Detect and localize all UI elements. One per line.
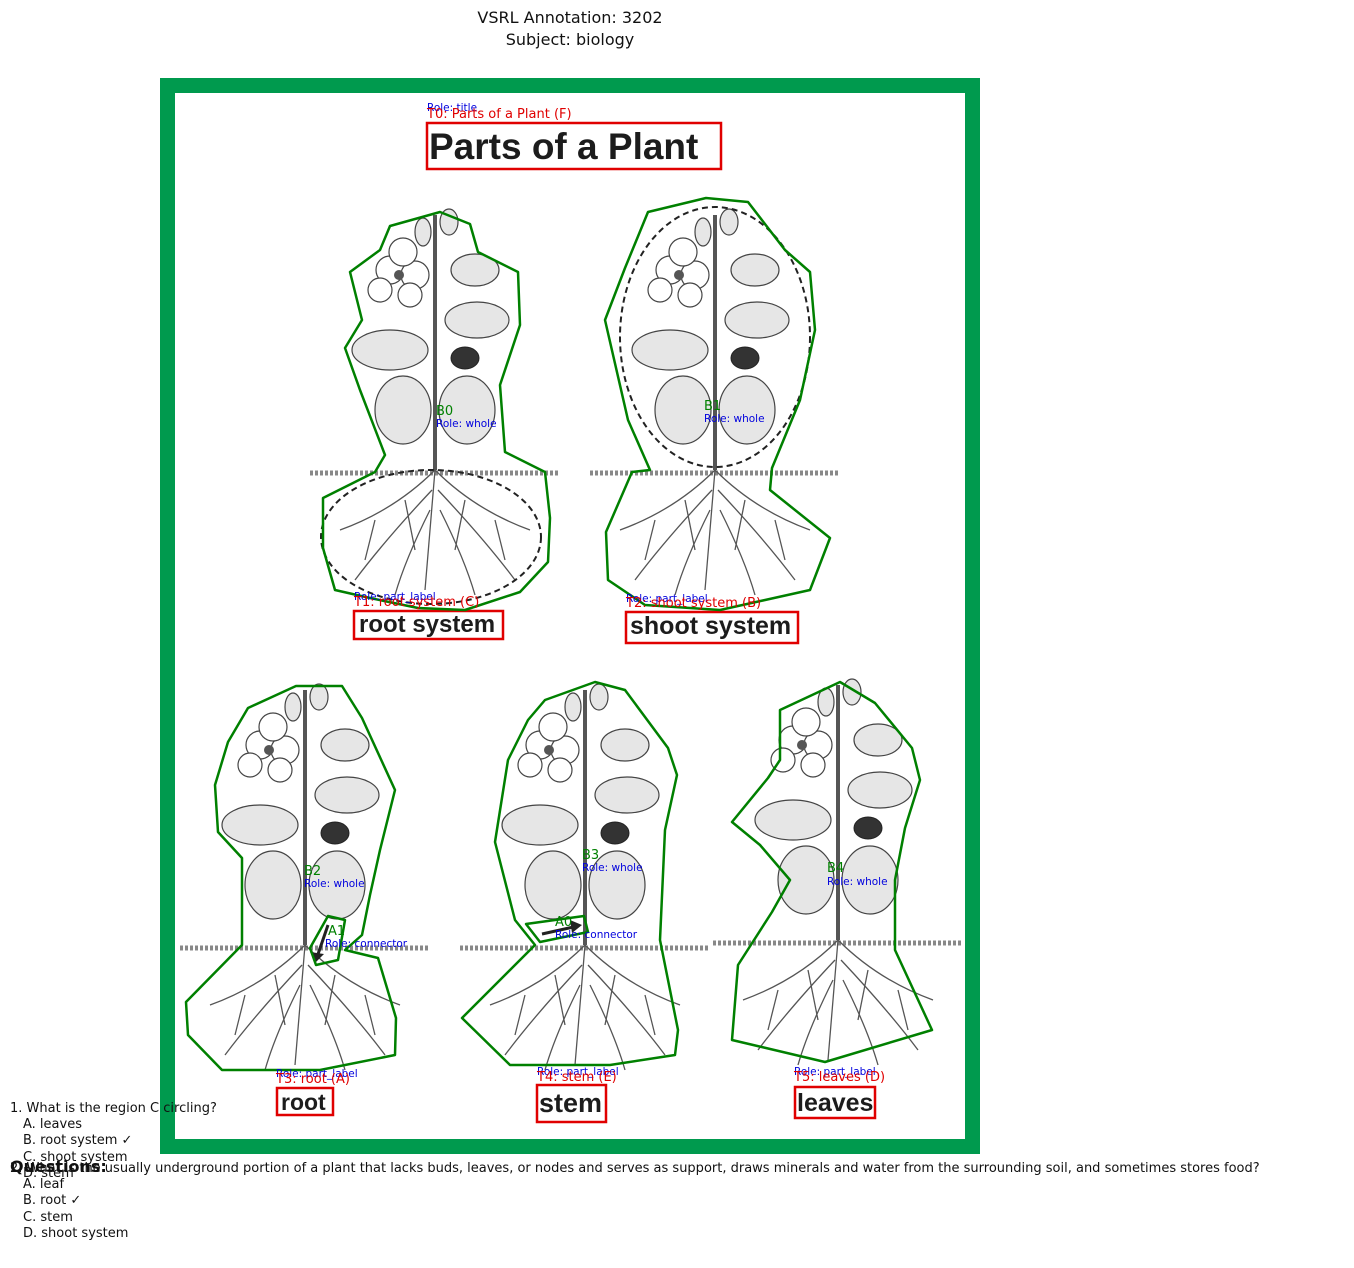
diagram-title: Parts of a Plant [429,126,699,167]
q2-option-d: D. shoot system [23,1226,129,1241]
b3-label: B3 [582,848,600,863]
q2-option-c: C. stem [23,1210,73,1225]
plant-stem [460,684,710,1070]
q1-option-b: B. root system ✓ [23,1133,133,1148]
b1-role: Role: whole [704,413,765,425]
plant-root-system [310,209,560,595]
panel-label-root-system: root system [359,611,496,638]
q1-option-a: A. leaves [23,1117,82,1132]
q2-option-b: B. root ✓ [23,1193,82,1208]
panel-label-leaves: leaves [797,1089,874,1117]
a0-label: A0 [555,915,573,930]
a1-label: A1 [328,924,346,939]
a0-role: Role: connector [555,929,638,941]
t4-label: T4: stem (E) [537,1070,617,1085]
b3-role: Role: whole [582,862,643,874]
root-system-circle [320,469,542,605]
t1-label: T1: root system (C) [354,595,480,610]
b0-role: Role: whole [436,418,497,430]
t2-label: T2: shoot system (B) [626,596,762,611]
question-1: 1. What is the region C circling? [10,1101,217,1116]
question-2: 2. What is the usually underground porti… [10,1161,1260,1176]
b1-label: B1 [704,399,722,414]
b2-role: Role: whole [304,878,365,890]
b0-label: B0 [436,404,454,419]
b4-label: B4 [827,861,845,876]
b2-label: B2 [304,864,322,879]
t3-label: T3: root (A) [276,1072,350,1087]
t0-label: T0: Parts of a Plant (F) [427,107,572,122]
panel-label-shoot-system: shoot system [630,612,792,640]
t5-label: T5: leaves (D) [794,1070,886,1085]
panel-label-stem: stem [539,1088,603,1118]
b4-role: Role: whole [827,876,888,888]
panel-label-root: root [281,1089,326,1115]
a1-role: Role: connector [325,938,408,950]
q2-option-a: A. leaf [23,1177,65,1192]
